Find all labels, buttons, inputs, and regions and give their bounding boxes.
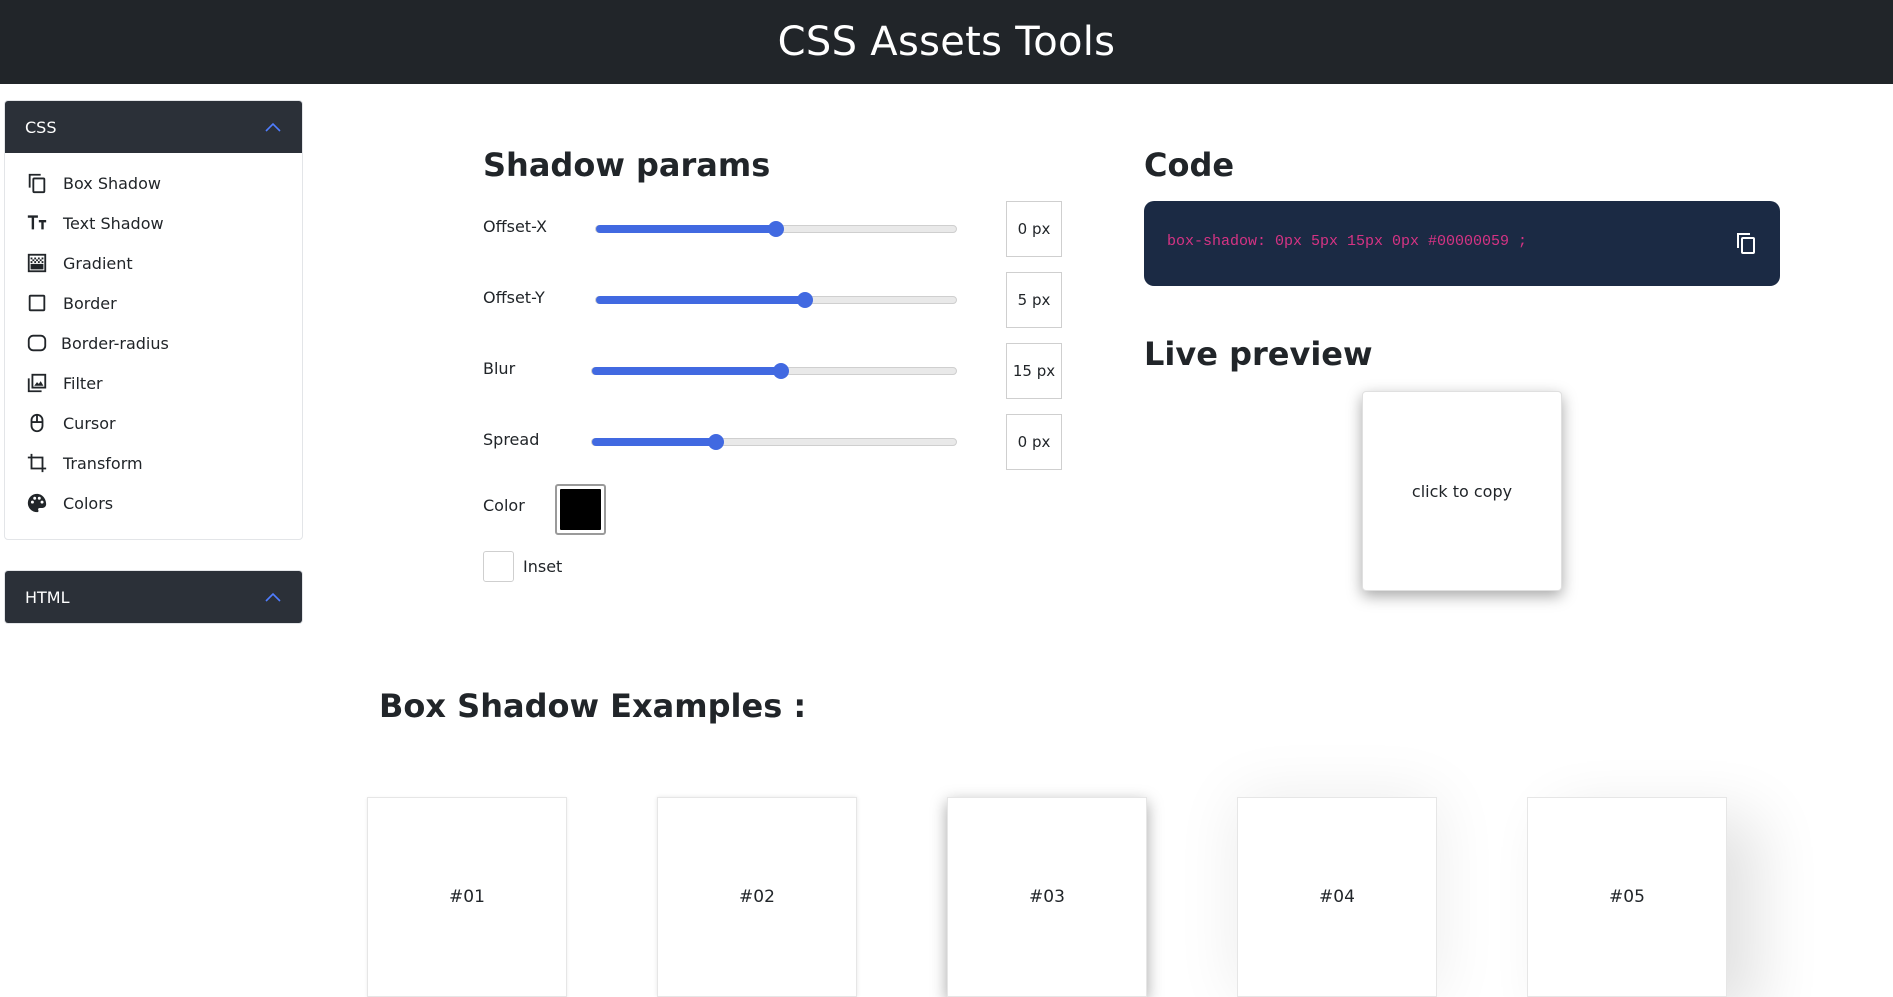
spread-row: Spread 0 px [483, 414, 1063, 470]
sidebar-item-label: Border-radius [61, 333, 169, 353]
sidebar-item-colors[interactable]: Colors [5, 483, 302, 523]
example-card[interactable]: #03 [947, 797, 1147, 997]
live-preview-box[interactable]: click to copy [1362, 391, 1562, 591]
css-accordion-label: CSS [25, 117, 57, 137]
image-filter-icon [25, 371, 49, 395]
top-header: CSS Assets Tools [0, 0, 1893, 84]
sidebar-item-text-shadow[interactable]: Text Shadow [5, 203, 302, 243]
rounded-square-icon [25, 331, 49, 355]
code-text: box-shadow: 0px 5px 15px 0px #00000059 ; [1167, 233, 1528, 250]
blur-row: Blur 15 px [483, 343, 1063, 399]
sidebar-item-transform[interactable]: Transform [5, 443, 302, 483]
sidebar-item-border[interactable]: Border [5, 283, 302, 323]
offset-x-value[interactable]: 0 px [1006, 201, 1062, 257]
slider-thumb[interactable] [796, 292, 813, 308]
example-label: #02 [739, 887, 775, 907]
spread-label: Spread [483, 430, 540, 449]
slider-thumb[interactable] [768, 221, 784, 237]
offset-x-slider[interactable] [595, 221, 957, 237]
sidebar-item-label: Transform [63, 453, 143, 473]
blur-value[interactable]: 15 px [1006, 343, 1062, 399]
chevron-up-icon [265, 122, 281, 132]
sidebar-item-label: Cursor [63, 413, 116, 433]
slider-thumb[interactable] [773, 363, 790, 379]
sidebar-item-filter[interactable]: Filter [5, 363, 302, 403]
sidebar-item-border-radius[interactable]: Border-radius [5, 323, 302, 363]
mouse-icon [25, 411, 49, 435]
blur-slider[interactable] [591, 363, 957, 379]
html-accordion-label: HTML [25, 587, 70, 607]
sidebar-html-accordion: HTML [4, 570, 303, 624]
shadow-params-title: Shadow params [483, 146, 771, 184]
slider-thumb[interactable] [707, 434, 724, 450]
sidebar-item-gradient[interactable]: Gradient [5, 243, 302, 283]
sidebar-item-cursor[interactable]: Cursor [5, 403, 302, 443]
offset-y-value[interactable]: 5 px [1006, 272, 1062, 328]
preview-box-text: click to copy [1411, 481, 1513, 501]
offset-y-label: Offset-Y [483, 288, 545, 307]
gradient-icon [25, 251, 49, 275]
examples-title: Box Shadow Examples : [379, 687, 807, 725]
color-picker[interactable] [555, 484, 606, 535]
live-preview-title: Live preview [1144, 335, 1373, 373]
example-label: #05 [1609, 887, 1645, 907]
code-block: box-shadow: 0px 5px 15px 0px #00000059 ; [1144, 201, 1780, 286]
example-card[interactable]: #02 [657, 797, 857, 997]
slider-fill [596, 296, 805, 304]
palette-icon [25, 491, 49, 515]
offset-x-label: Offset-X [483, 217, 548, 236]
example-card[interactable]: #01 [367, 797, 567, 997]
sidebar-item-label: Filter [63, 373, 103, 393]
app-title: CSS Assets Tools [777, 19, 1116, 65]
text-size-icon [25, 211, 49, 235]
copy-code-icon[interactable] [1734, 231, 1758, 255]
slider-fill [592, 367, 782, 375]
slider-fill [592, 438, 716, 446]
sidebar-item-label: Colors [63, 493, 114, 513]
crop-icon [25, 451, 49, 475]
sidebar-item-box-shadow[interactable]: Box Shadow [5, 163, 302, 203]
code-title: Code [1144, 146, 1235, 184]
inset-checkbox[interactable] [483, 551, 514, 582]
spread-value[interactable]: 0 px [1006, 414, 1062, 470]
sidebar-item-label: Box Shadow [63, 173, 161, 193]
css-tools-list: Box Shadow Text Shadow Gradient Border B… [5, 153, 302, 539]
chevron-up-icon [265, 592, 281, 602]
sidebar-item-label: Text Shadow [63, 213, 164, 233]
color-label: Color [483, 496, 525, 515]
blur-label: Blur [483, 359, 516, 378]
sidebar-item-label: Border [63, 293, 117, 313]
example-label: #04 [1319, 887, 1355, 907]
offset-y-row: Offset-Y 5 px [483, 272, 1063, 328]
css-accordion-header[interactable]: CSS [5, 101, 302, 153]
square-icon [25, 291, 49, 315]
example-card[interactable]: #04 [1237, 797, 1437, 997]
sidebar-item-label: Gradient [63, 253, 133, 273]
example-label: #01 [449, 887, 485, 907]
offset-y-slider[interactable] [595, 292, 957, 308]
offset-x-row: Offset-X 0 px [483, 201, 1063, 257]
inset-label: Inset [523, 557, 563, 576]
spread-slider[interactable] [591, 434, 957, 450]
example-label: #03 [1029, 887, 1065, 907]
copy-icon [25, 171, 49, 195]
example-card[interactable]: #05 [1527, 797, 1727, 997]
slider-fill [596, 225, 776, 233]
sidebar-css-accordion: CSS Box Shadow Text Shadow Gradient Bord… [4, 100, 303, 540]
html-accordion-header[interactable]: HTML [5, 571, 302, 623]
color-swatch-fill [560, 489, 601, 530]
